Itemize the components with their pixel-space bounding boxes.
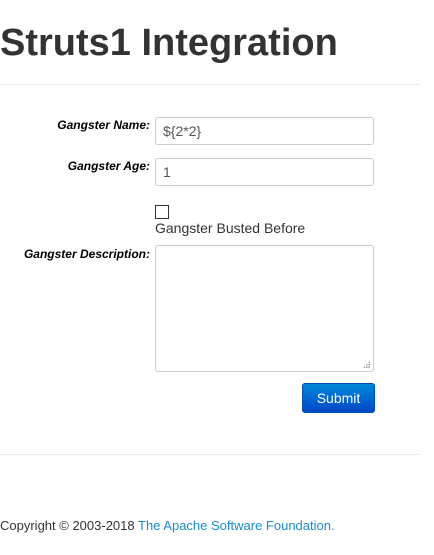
gangster-name-label: Gangster Name:	[57, 118, 150, 132]
page-title: Struts1 Integration	[0, 22, 338, 64]
divider	[0, 454, 420, 455]
resize-grip-icon[interactable]	[363, 361, 370, 368]
gangster-age-input[interactable]	[155, 158, 374, 186]
busted-before-checkbox[interactable]	[155, 205, 169, 219]
gangster-name-input[interactable]	[155, 117, 374, 145]
divider	[0, 84, 420, 85]
apache-link[interactable]: The Apache Software Foundation.	[138, 518, 335, 533]
busted-before-label[interactable]: Gangster Busted Before	[155, 220, 305, 236]
submit-button[interactable]: Submit	[302, 383, 375, 413]
gangster-description-label: Gangster Description:	[23, 247, 150, 261]
gangster-description-textarea[interactable]	[155, 245, 374, 372]
copyright-text: Copyright © 2003-2018	[0, 518, 138, 533]
gangster-age-label: Gangster Age:	[67, 159, 150, 173]
footer: Copyright © 2003-2018 The Apache Softwar…	[0, 518, 335, 533]
